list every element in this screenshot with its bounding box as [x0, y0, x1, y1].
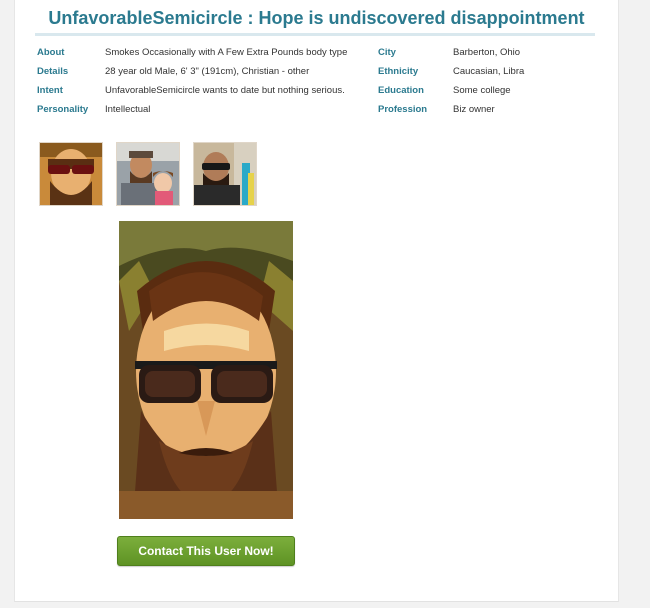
- profile-thumbnail-1[interactable]: [39, 142, 103, 206]
- education-value: Some college: [453, 85, 511, 96]
- title-divider: [35, 33, 595, 36]
- intent-label: Intent: [37, 85, 63, 96]
- profile-card: UnfavorableSemicircle : Hope is undiscov…: [14, 0, 619, 602]
- profession-label: Profession: [378, 104, 428, 115]
- main-profile-photo[interactable]: [119, 221, 293, 519]
- ethnicity-label: Ethnicity: [378, 66, 419, 77]
- ethnicity-value: Caucasian, Libra: [453, 66, 525, 77]
- about-value: Smokes Occasionally with A Few Extra Pou…: [105, 47, 348, 58]
- profile-thumbnail-2[interactable]: [116, 142, 180, 206]
- personality-label: Personality: [37, 104, 89, 115]
- education-label: Education: [378, 85, 424, 96]
- profile-thumbnail-3[interactable]: [193, 142, 257, 206]
- personality-value: Intellectual: [105, 104, 151, 115]
- contact-user-button[interactable]: Contact This User Now!: [117, 536, 295, 566]
- details-label: Details: [37, 66, 69, 77]
- intent-value: UnfavorableSemicircle wants to date but …: [105, 85, 345, 96]
- about-label: About: [37, 47, 65, 58]
- city-label: City: [378, 47, 396, 58]
- profession-value: Biz owner: [453, 104, 495, 115]
- details-value: 28 year old Male, 6' 3" (191cm), Christi…: [105, 66, 310, 77]
- city-value: Barberton, Ohio: [453, 47, 521, 58]
- profile-title: UnfavorableSemicircle : Hope is undiscov…: [48, 8, 585, 28]
